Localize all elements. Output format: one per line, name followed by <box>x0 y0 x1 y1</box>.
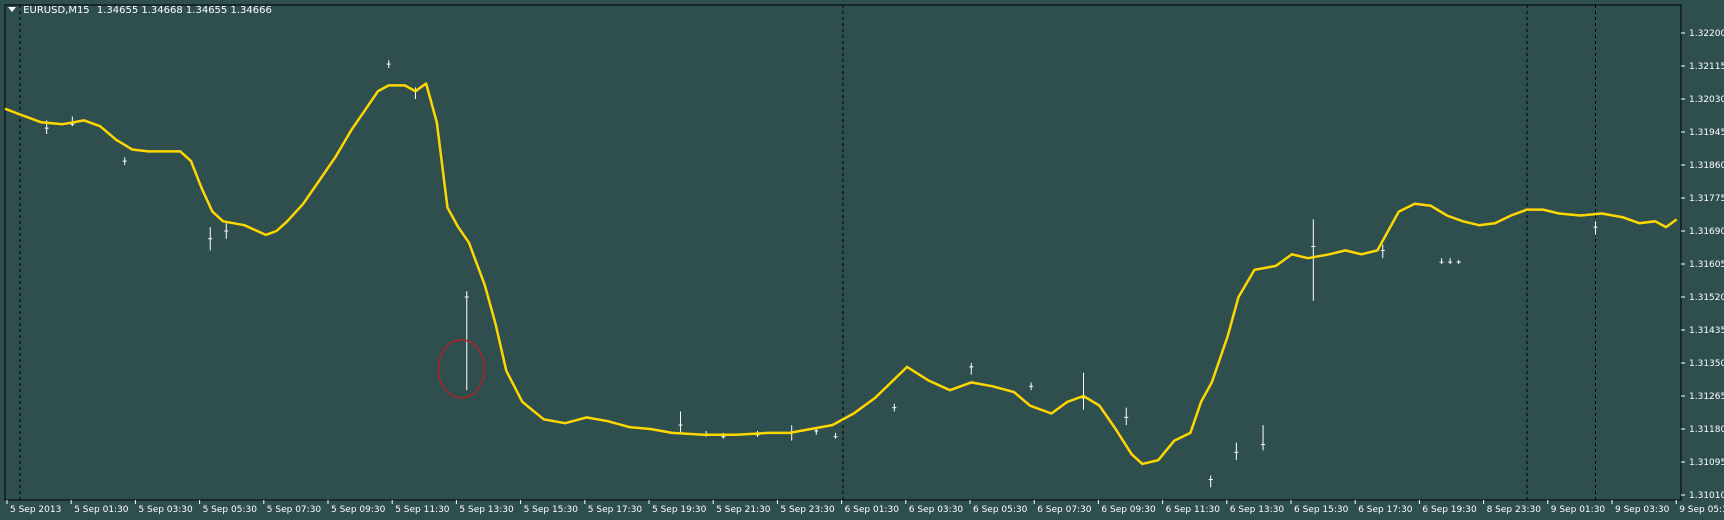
y-tick-label: 1.31945 <box>1689 128 1724 138</box>
x-tick-label: 6 Sep 07:30 <box>1037 505 1092 515</box>
y-tick-label: 1.31180 <box>1689 425 1724 435</box>
x-tick-label: 5 Sep 07:30 <box>267 505 322 515</box>
x-tick-label: 9 Sep 05:30 <box>1679 505 1724 515</box>
y-tick-label: 1.32115 <box>1689 62 1724 72</box>
symbol-label: EURUSD,M15 <box>23 5 90 16</box>
x-tick-label: 5 Sep 15:30 <box>524 505 579 515</box>
x-tick-label: 5 Sep 11:30 <box>395 505 450 515</box>
x-tick-label: 5 Sep 2013 <box>10 505 61 515</box>
y-tick-label: 1.31265 <box>1689 392 1724 402</box>
x-tick-label: 6 Sep 19:30 <box>1422 505 1477 515</box>
x-tick-label: 6 Sep 05:30 <box>973 505 1028 515</box>
x-tick-label: 5 Sep 03:30 <box>138 505 193 515</box>
y-tick-label: 1.32200 <box>1689 29 1724 39</box>
x-tick-label: 6 Sep 11:30 <box>1166 505 1221 515</box>
y-tick-label: 1.31860 <box>1689 161 1724 171</box>
y-tick-label: 1.32030 <box>1689 95 1724 105</box>
chart-title-bar: EURUSD,M15 1.34655 1.34668 1.34655 1.346… <box>8 5 272 16</box>
ohlc-readout: 1.34655 1.34668 1.34655 1.34666 <box>96 5 272 16</box>
y-tick-label: 1.31520 <box>1689 293 1724 303</box>
y-tick-label: 1.31010 <box>1689 491 1724 501</box>
x-tick-label: 5 Sep 21:30 <box>716 505 771 515</box>
x-tick-label: 9 Sep 01:30 <box>1551 505 1606 515</box>
x-tick-label: 5 Sep 13:30 <box>459 505 514 515</box>
x-tick-label: 5 Sep 05:30 <box>203 505 258 515</box>
x-tick-label: 5 Sep 17:30 <box>588 505 643 515</box>
chevron-down-icon[interactable] <box>8 7 16 12</box>
y-tick-label: 1.31095 <box>1689 458 1724 468</box>
x-tick-label: 5 Sep 01:30 <box>74 505 129 515</box>
x-tick-label: 6 Sep 17:30 <box>1358 505 1413 515</box>
highlight-ellipse <box>437 339 486 399</box>
x-tick-label: 8 Sep 23:30 <box>1487 505 1542 515</box>
moving-average-line <box>4 82 1678 466</box>
chart-window[interactable]: 1.32200 1.32115 1.32030 1.31945 1.31860 1.317… <box>0 0 1724 520</box>
y-tick-label: 1.31775 <box>1689 194 1724 204</box>
x-tick-label: 6 Sep 09:30 <box>1101 505 1156 515</box>
x-tick-label: 6 Sep 13:30 <box>1230 505 1285 515</box>
y-tick-label: 1.31435 <box>1689 326 1724 336</box>
x-tick-label: 6 Sep 03:30 <box>909 505 964 515</box>
price-chart[interactable]: 1.32200 1.32115 1.32030 1.31945 1.31860 1.317… <box>0 0 1724 520</box>
x-tick-label: 6 Sep 15:30 <box>1294 505 1349 515</box>
y-tick-label: 1.31690 <box>1689 227 1724 237</box>
y-tick-label: 1.31350 <box>1689 359 1724 369</box>
x-tick-label: 5 Sep 19:30 <box>652 505 707 515</box>
x-tick-label: 6 Sep 01:30 <box>845 505 900 515</box>
x-tick-label: 9 Sep 03:30 <box>1615 505 1670 515</box>
x-tick-label: 5 Sep 09:30 <box>331 505 386 515</box>
y-tick-label: 1.31605 <box>1689 260 1724 270</box>
x-tick-label: 5 Sep 23:30 <box>780 505 835 515</box>
